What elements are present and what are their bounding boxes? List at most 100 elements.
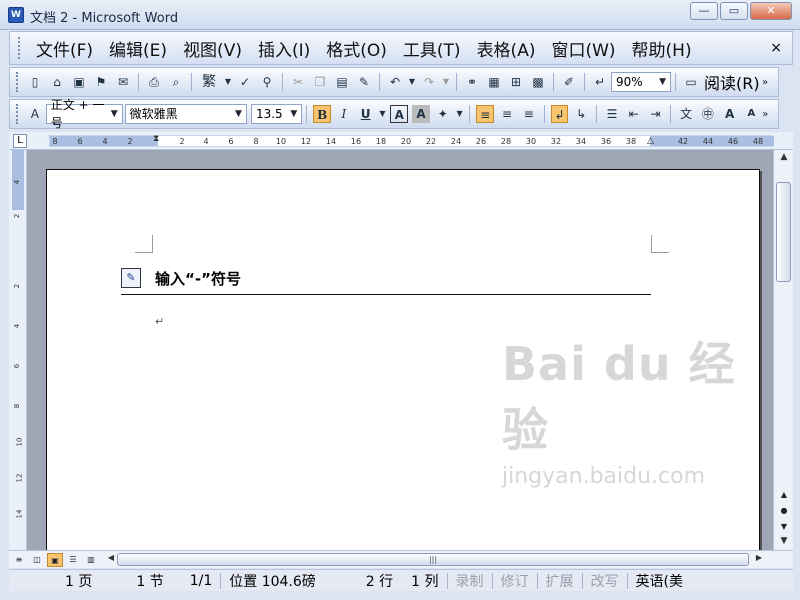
zoom-select[interactable]: 90% ▼ — [611, 72, 671, 92]
scroll-down-icon[interactable]: ▼ — [776, 536, 792, 550]
chevron-down-icon[interactable]: ▼ — [456, 105, 464, 123]
scroll-right-icon[interactable]: ▶ — [753, 553, 765, 567]
hyperlink-icon[interactable]: ⚭ — [463, 73, 481, 91]
toolbar-grip[interactable] — [16, 104, 20, 124]
show-hide-marks-icon[interactable]: ↵ — [591, 73, 609, 91]
chevron-down-icon[interactable]: ▼ — [290, 105, 297, 123]
insert-table-icon[interactable]: ⊞ — [507, 73, 525, 91]
spelling-check-icon[interactable]: ✓ — [236, 73, 254, 91]
increase-indent-icon[interactable]: ⇥ — [647, 105, 665, 123]
redo-icon[interactable]: ↷ — [420, 73, 438, 91]
read-mode-icon[interactable]: ▭ — [682, 73, 700, 91]
permission-icon[interactable]: ⚑ — [92, 73, 110, 91]
chevron-down-icon[interactable]: ▼ — [224, 73, 232, 91]
left-to-right-icon[interactable]: ↲ — [550, 105, 569, 123]
tab-selector-icon[interactable]: L — [13, 134, 27, 148]
format-painter-icon[interactable]: ✎ — [355, 73, 373, 91]
traditional-chinese-button[interactable]: 繁 — [198, 73, 220, 91]
toolbar-options-icon[interactable]: » — [762, 77, 774, 88]
font-color-button[interactable]: A — [390, 105, 409, 123]
font-size-select[interactable]: 13.5 ▼ — [250, 104, 303, 124]
character-shading-button[interactable]: A — [412, 105, 430, 123]
word-app-icon[interactable]: W — [8, 7, 24, 23]
menu-tools[interactable]: 工具(T) — [395, 36, 469, 61]
chevron-down-icon[interactable]: ▼ — [111, 105, 118, 123]
new-document-icon[interactable]: ▯ — [26, 73, 44, 91]
menu-edit[interactable]: 编辑(E) — [101, 36, 175, 61]
cut-icon[interactable]: ✂ — [289, 73, 307, 91]
reading-layout-icon[interactable]: ▥ — [83, 553, 99, 567]
horizontal-scroll-thumb[interactable]: ||| — [117, 553, 749, 566]
copy-icon[interactable]: ❐ — [311, 73, 329, 91]
chevron-down-icon[interactable]: ▼ — [408, 73, 416, 91]
menu-insert[interactable]: 插入(I) — [250, 36, 318, 61]
status-extend[interactable]: 扩展 — [540, 571, 580, 591]
document-close-icon[interactable]: × — [770, 40, 782, 56]
menu-table[interactable]: 表格(A) — [469, 36, 544, 61]
document-area[interactable]: ✎ 输入“-”符号 ↵ Bai du 经验 jingyan.baidu.com — [27, 150, 773, 550]
toolbar-grip[interactable] — [16, 72, 20, 92]
email-icon[interactable]: ✉ — [114, 73, 132, 91]
toolbar-options-icon[interactable]: » — [762, 109, 774, 120]
right-to-left-icon[interactable]: ↳ — [572, 105, 590, 123]
status-record-macro[interactable]: 录制 — [450, 571, 490, 591]
smart-tag-icon[interactable]: ✎ — [121, 268, 141, 288]
scroll-up-icon[interactable]: ▲ — [776, 152, 792, 166]
heading-text[interactable]: 输入“-”符号 — [155, 268, 241, 289]
shrink-font-icon[interactable]: A — [743, 105, 761, 123]
align-left-icon[interactable]: ≡ — [476, 105, 495, 123]
print-icon[interactable]: ⎙ — [145, 73, 163, 91]
heading-paragraph[interactable]: ✎ 输入“-”符号 — [121, 265, 651, 295]
normal-view-icon[interactable]: ≡ — [11, 553, 27, 567]
menu-view[interactable]: 视图(V) — [175, 36, 250, 61]
restore-button[interactable]: ▭ — [720, 2, 748, 20]
print-layout-icon[interactable]: ▣ — [47, 552, 63, 567]
browse-object-icon[interactable]: ● — [776, 506, 792, 520]
research-icon[interactable]: ⚲ — [258, 73, 276, 91]
status-overtype[interactable]: 改写 — [585, 571, 625, 591]
previous-page-icon[interactable]: ▲ — [776, 490, 792, 504]
status-track-changes[interactable]: 修订 — [495, 571, 535, 591]
scroll-thumb[interactable] — [776, 182, 791, 282]
status-language[interactable]: 英语(美 — [630, 571, 689, 591]
italic-button[interactable]: I — [335, 105, 353, 123]
menu-window[interactable]: 窗口(W) — [543, 36, 623, 61]
chevron-down-icon[interactable]: ▼ — [379, 105, 387, 123]
enclose-characters-icon[interactable]: ㊥ — [699, 105, 717, 123]
chevron-down-icon[interactable]: ▼ — [659, 73, 666, 91]
menu-format[interactable]: 格式(O) — [318, 36, 395, 61]
undo-icon[interactable]: ↶ — [386, 73, 404, 91]
first-line-indent-marker[interactable]: ⧗ — [153, 134, 159, 144]
text-effects-icon[interactable]: ✦ — [434, 105, 452, 123]
next-page-icon[interactable]: ▼ — [776, 522, 792, 536]
align-center-icon[interactable]: ≡ — [498, 105, 516, 123]
outline-view-icon[interactable]: ☰ — [65, 553, 81, 567]
menu-file[interactable]: 文件(F) — [28, 36, 101, 61]
read-mode-button[interactable]: 阅读(R) — [704, 70, 760, 94]
align-right-icon[interactable]: ≡ — [520, 105, 538, 123]
tables-borders-icon[interactable]: ▦ — [485, 73, 503, 91]
drawing-icon[interactable]: ✐ — [560, 73, 578, 91]
style-select[interactable]: 正文 + 一号 ▼ — [45, 98, 123, 130]
chevron-down-icon[interactable]: ▼ — [442, 73, 450, 91]
insert-excel-icon[interactable]: ▩ — [529, 73, 547, 91]
vertical-scrollbar[interactable]: ▲ ▲ ● ▼ ▼ — [773, 150, 793, 550]
right-indent-marker[interactable]: △ — [647, 136, 654, 146]
minimize-button[interactable]: — — [690, 2, 718, 20]
grow-font-icon[interactable]: A — [721, 105, 739, 123]
phonetic-guide-icon[interactable]: 文 — [677, 105, 695, 123]
horizontal-ruler[interactable]: L 8 6 4 2 2 4 6 8 10 12 14 16 18 20 22 2… — [9, 132, 793, 150]
paste-icon[interactable]: ▤ — [333, 73, 351, 91]
bullets-icon[interactable]: ☰ — [603, 105, 621, 123]
menu-help[interactable]: 帮助(H) — [624, 36, 700, 61]
open-folder-icon[interactable]: ⌂ — [48, 73, 66, 91]
web-layout-icon[interactable]: ◫ — [29, 553, 45, 567]
document-page[interactable]: ✎ 输入“-”符号 ↵ Bai du 经验 jingyan.baidu.com — [46, 169, 760, 550]
styles-formatting-icon[interactable]: A — [26, 105, 44, 123]
font-select[interactable]: 微软雅黑 ▼ — [124, 104, 247, 124]
underline-button[interactable]: U — [357, 105, 375, 123]
close-window-button[interactable]: ✕ — [750, 2, 792, 20]
menu-grip[interactable] — [18, 37, 22, 59]
horizontal-scrollbar[interactable]: ≡ ◫ ▣ ☰ ▥ ◀ ||| ▶ — [9, 550, 793, 568]
bold-button[interactable]: B — [313, 105, 332, 123]
